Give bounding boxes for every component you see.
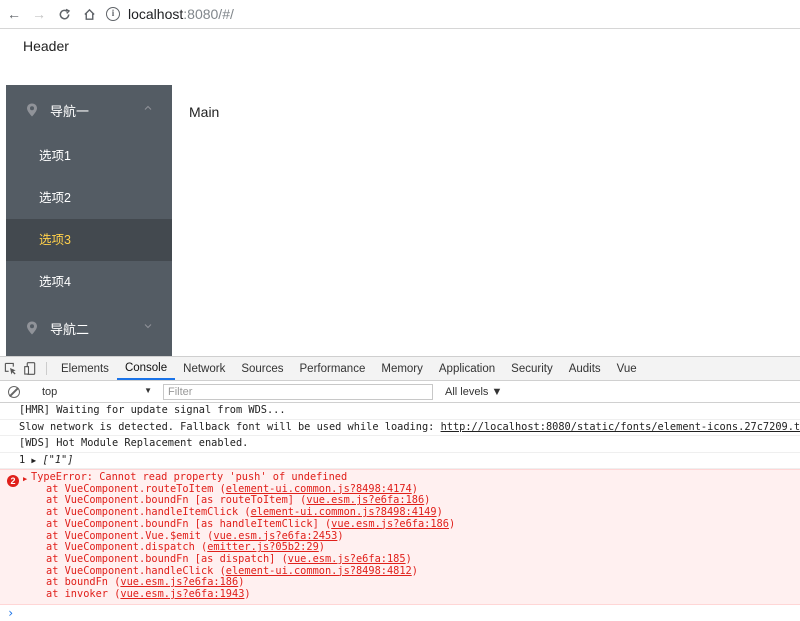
stack-frame-end: ) (424, 494, 431, 507)
stack-frame-text: at invoker ( (46, 588, 121, 601)
menu-item-2[interactable]: 选项2 (6, 177, 172, 219)
reload-icon[interactable] (53, 3, 75, 25)
stack-frame-text: at VueComponent.boundFn [as dispatch] ( (46, 552, 288, 565)
log-line: [HMR] Waiting for update signal from WDS… (0, 403, 800, 420)
stack-frame-text: at VueComponent.boundFn [as handleItemCl… (46, 517, 332, 530)
main-content: Main (189, 104, 220, 120)
log-line: [WDS] Hot Module Replacement enabled. (0, 436, 800, 453)
tab-console[interactable]: Console (116, 357, 176, 380)
back-icon[interactable]: ← (3, 3, 25, 25)
font-url-link[interactable]: http://localhost:8080/static/fonts/eleme… (441, 421, 800, 433)
stack-frame-end: ) (238, 576, 245, 589)
stack-frame-text: at VueComponent.dispatch ( (46, 541, 208, 554)
tab-elements[interactable]: Elements (53, 357, 117, 380)
filter-input[interactable]: Filter (163, 383, 433, 400)
stack-frame-text: at VueComponent.handleClick ( (46, 564, 226, 577)
source-link[interactable]: vue.esm.js?e6fa:1943 (120, 588, 244, 600)
stack-frame-end: ) (318, 541, 325, 554)
source-link[interactable]: vue.esm.js?e6fa:185 (288, 553, 406, 565)
forward-icon[interactable]: → (28, 3, 50, 25)
stack-frame-end: ) (448, 517, 456, 530)
url-path: :8080/#/ (183, 6, 234, 22)
stack-frame-end: ) (337, 529, 344, 542)
stack-frame-text: at VueComponent.handleItemClick ( (46, 506, 251, 519)
context-value: top (42, 385, 58, 398)
expand-triangle-icon[interactable]: ▶ (23, 475, 27, 483)
console-prompt[interactable]: › (0, 605, 800, 621)
log-line-array[interactable]: 1 ▶ ["1"] (0, 453, 800, 469)
stack-frame-end: ) (244, 588, 251, 601)
stack-frame-end: ) (411, 482, 418, 495)
stack-frame-end: ) (436, 506, 443, 519)
browser-toolbar: ← → i localhost:8080/#/ (0, 0, 800, 29)
submenu-nav2[interactable]: 导航二 (6, 303, 172, 353)
array-value: ["1"] (42, 453, 74, 466)
source-link[interactable]: element-ui.common.js?8498:4174 (226, 483, 412, 495)
levels-select[interactable]: All levels ▼ (445, 386, 502, 398)
tab-sources[interactable]: Sources (233, 357, 291, 380)
source-link[interactable]: emitter.js?05b2:29 (207, 541, 319, 553)
stack-trace: at VueComponent.routeToItem (element-ui.… (0, 482, 800, 601)
source-link[interactable]: vue.esm.js?e6fa:186 (331, 518, 449, 530)
stack-frame: at invoker (vue.esm.js?e6fa:1943) (0, 588, 800, 601)
address-bar[interactable]: i localhost:8080/#/ (106, 3, 234, 25)
devtools-panel: Elements Console Network Sources Perform… (0, 356, 800, 621)
stack-frame-end: ) (405, 552, 412, 565)
expand-triangle-icon[interactable]: ▶ (31, 456, 36, 465)
stack-frame-text: at VueComponent.routeToItem ( (46, 482, 226, 495)
console-toolbar: top ▼ Filter All levels ▼ (0, 381, 800, 403)
stack-frame-end: ) (411, 564, 418, 577)
log-line: Slow network is detected. Fallback font … (0, 420, 800, 436)
chevron-down-icon (144, 324, 152, 329)
source-link[interactable]: element-ui.common.js?8498:4149 (251, 506, 437, 518)
menu-item-4[interactable]: 选项4 (6, 261, 172, 303)
submenu-nav1-label: 导航一 (50, 103, 90, 119)
source-link[interactable]: vue.esm.js?e6fa:186 (120, 576, 238, 588)
tab-vue[interactable]: Vue (609, 357, 645, 380)
location-icon (27, 103, 37, 117)
menu-item-1[interactable]: 选项1 (6, 135, 172, 177)
stack-frame-text: at boundFn ( (46, 576, 121, 589)
url-host: localhost (128, 6, 184, 22)
tab-security[interactable]: Security (503, 357, 561, 380)
console-output: [HMR] Waiting for update signal from WDS… (0, 403, 800, 621)
tab-audits[interactable]: Audits (561, 357, 609, 380)
stack-frame-text: at VueComponent.Vue.$emit ( (46, 529, 214, 542)
error-count-badge: 2 (7, 475, 19, 487)
device-toggle-icon[interactable] (20, 357, 40, 380)
submenu-nav1[interactable]: 导航一 (6, 85, 172, 135)
tab-memory[interactable]: Memory (373, 357, 431, 380)
info-icon[interactable]: i (106, 7, 120, 21)
source-link[interactable]: vue.esm.js?e6fa:186 (306, 494, 424, 507)
submenu-nav2-label: 导航二 (50, 321, 90, 337)
inspect-element-icon[interactable] (0, 357, 20, 380)
tab-performance[interactable]: Performance (292, 357, 374, 380)
array-count: 1 (19, 453, 26, 466)
sidebar-menu: 导航一 选项1 选项2 选项3 选项4 导航二 (6, 85, 172, 356)
menu-item-3[interactable]: 选项3 (6, 219, 172, 261)
page-header: Header (23, 38, 69, 54)
tab-network[interactable]: Network (175, 357, 233, 380)
clear-console-icon[interactable] (8, 385, 20, 398)
devtools-tabbar: Elements Console Network Sources Perform… (0, 357, 800, 381)
context-select[interactable]: top ▼ (42, 386, 152, 398)
log-text: Slow network is detected. Fallback font … (19, 420, 441, 433)
divider (46, 362, 47, 375)
dropdown-arrow-icon: ▼ (144, 385, 152, 395)
source-link[interactable]: element-ui.common.js?8498:4812 (226, 565, 412, 577)
source-link[interactable]: vue.esm.js?e6fa:2453 (213, 530, 337, 542)
location-icon (27, 321, 37, 335)
home-icon[interactable] (78, 3, 100, 25)
stack-frame-text: at VueComponent.boundFn [as routeToItem]… (46, 494, 307, 507)
chevron-up-icon (144, 105, 152, 110)
error-block: 2 ▶ TypeError: Cannot read property 'pus… (0, 469, 800, 605)
tab-application[interactable]: Application (431, 357, 503, 380)
